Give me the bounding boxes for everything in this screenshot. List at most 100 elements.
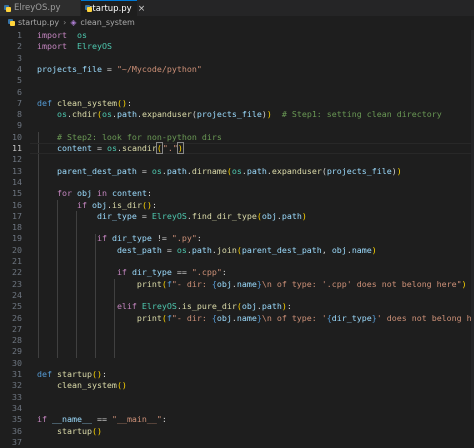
tab-startup[interactable]: startup.py × (81, 0, 145, 16)
code-text: print(f"- dir: {obj.name}\n of type: '.c… (37, 279, 467, 290)
code-token: scandir (121, 143, 157, 153)
code-line[interactable]: 24 (0, 290, 474, 301)
code-token: import (37, 30, 67, 40)
code-token: parent_dest_path (241, 244, 322, 255)
breadcrumb-file[interactable]: startup.py (18, 18, 59, 27)
code-line[interactable]: 23 print(f"- dir: {obj.name}\n of type: … (0, 279, 474, 290)
code-token: ElreyOS (141, 301, 177, 312)
code-token: = (91, 143, 107, 153)
code-line[interactable]: 29 (0, 346, 474, 357)
tab-label: ElreyOS.py (14, 3, 61, 13)
code-line[interactable]: 30 (0, 358, 474, 369)
code-token: = (101, 63, 117, 74)
code-token: ElreyOS (151, 210, 187, 221)
line-number: 9 (17, 120, 22, 131)
code-line[interactable]: 25 elif ElreyOS.is_pure_dir(obj.path): (0, 301, 474, 312)
code-token: : (126, 97, 132, 108)
code-line[interactable]: 36 startup() (0, 426, 474, 437)
code-line[interactable]: 27 (0, 324, 474, 335)
line-number: 22 (12, 267, 22, 278)
code-token: () (91, 369, 102, 379)
code-token: dir_type (331, 312, 372, 323)
code-line[interactable]: 31 def startup(): (0, 369, 474, 380)
code-line[interactable]: 17 dir_type = ElreyOS.find_dir_type(obj.… (0, 211, 474, 222)
code-line[interactable]: 28 (0, 335, 474, 346)
breadcrumb-symbol[interactable]: clean_system (80, 18, 134, 27)
code-line[interactable]: 22 if dir_type == ".cpp": (0, 267, 474, 278)
close-icon[interactable]: × (138, 4, 146, 14)
code-line[interactable]: 1 import os (0, 30, 474, 41)
code-editor[interactable]: 1 import os 2 import ElreyOS 3 4 projects_file… (0, 30, 474, 447)
line-number: 19 (12, 233, 22, 244)
code-token: os (101, 109, 112, 120)
code-token: expanduser (141, 109, 192, 120)
code-token: dest_path (116, 244, 162, 255)
code-line[interactable]: 19 if dir_type != ".py": (0, 233, 474, 244)
code-line[interactable]: 10 # Step2: look for non-python dirs (0, 132, 474, 143)
code-token: : (161, 414, 167, 425)
code-token: is_pure_dir (181, 301, 237, 312)
code-text: def startup(): (37, 369, 107, 380)
code-token: obj (241, 301, 257, 312)
code-token: path (166, 165, 187, 176)
code-line[interactable]: 16 if obj.is_dir(): (0, 200, 474, 211)
code-text: import ElreyOS (37, 41, 112, 52)
code-line[interactable]: 9 (0, 120, 474, 131)
code-token: : (286, 301, 292, 312)
code-line[interactable]: 35 if __name__ == "__main__": (0, 414, 474, 425)
breadcrumb: startup.py › ◈ clean_system (0, 16, 474, 29)
line-number: 27 (12, 323, 22, 334)
code-line[interactable]: 21 (0, 256, 474, 267)
code-token: path (261, 301, 282, 312)
line-number: 36 (12, 425, 22, 436)
code-line[interactable]: 8 os.chdir(os.path.expanduser(projects_f… (0, 109, 474, 120)
code-line[interactable]: 11 content = os.scandir(".") (0, 142, 474, 154)
code-line[interactable]: 37 (0, 437, 474, 448)
code-token: = (136, 165, 152, 176)
line-number: 12 (12, 154, 22, 165)
code-text: if __name__ == "__main__": (37, 414, 167, 425)
line-number: 16 (12, 199, 22, 210)
code-line[interactable]: 3 (0, 53, 474, 64)
code-token: ".py" (171, 233, 197, 244)
code-line[interactable]: 26 print(f"- dir: {obj.name}\n of type: … (0, 313, 474, 324)
code-token: ) (461, 278, 467, 289)
code-line[interactable]: 34 (0, 403, 474, 414)
code-line[interactable]: 18 (0, 222, 474, 233)
code-line[interactable]: 15 for obj in content: (0, 188, 474, 199)
code-line[interactable]: 13 parent_dest_path = os.path.dirname(os… (0, 166, 474, 177)
code-token: os (76, 30, 87, 40)
line-number: 8 (17, 109, 22, 120)
python-file-icon (8, 19, 15, 26)
code-token: content (56, 143, 92, 153)
code-token: os (151, 165, 162, 176)
code-line[interactable]: 33 (0, 392, 474, 403)
code-token: obj (261, 210, 277, 221)
code-text: if dir_type == ".cpp": (37, 267, 227, 278)
code-line[interactable]: 20 dest_path = os.path.join(parent_dest_… (0, 245, 474, 256)
code-line[interactable]: 2 import ElreyOS (0, 41, 474, 52)
code-line[interactable]: 4 projects_file = "~/Mycode/python" (0, 64, 474, 75)
code-token: if (37, 414, 47, 425)
code-line[interactable]: 14 (0, 177, 474, 188)
code-token: "- dir: (171, 312, 212, 323)
code-line[interactable]: 32 clean_system() (0, 380, 474, 391)
code-token: clean_system (56, 380, 117, 391)
code-token: obj (91, 199, 107, 210)
code-line[interactable]: 6 (0, 87, 474, 98)
code-token: clean_system (57, 97, 117, 108)
code-line[interactable]: 7 def clean_system(): (0, 98, 474, 109)
tab-elreyos[interactable]: ElreyOS.py (0, 0, 80, 16)
tab-bar: ElreyOS.py startup.py × (0, 0, 474, 16)
line-number: 7 (17, 97, 22, 108)
code-line[interactable]: 12 (0, 154, 474, 165)
code-token: print (136, 312, 162, 323)
code-line[interactable]: 5 (0, 75, 474, 86)
code-token: ElreyOS (76, 41, 112, 52)
